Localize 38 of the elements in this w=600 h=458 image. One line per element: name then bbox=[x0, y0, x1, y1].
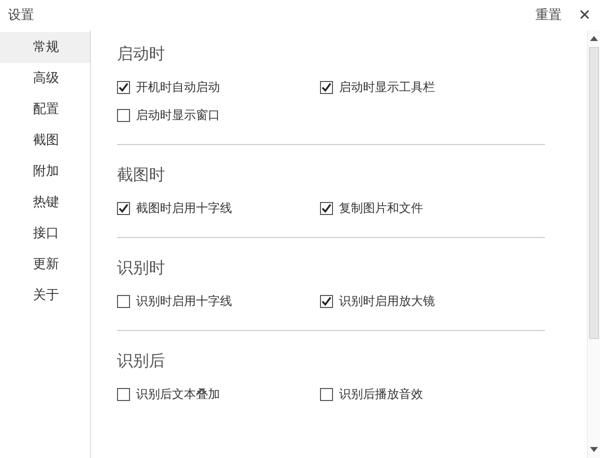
checkbox[interactable] bbox=[117, 295, 130, 308]
checkbox[interactable] bbox=[320, 202, 333, 215]
section-heading: 识别后 bbox=[117, 351, 166, 372]
checkbox[interactable] bbox=[117, 388, 130, 401]
checkbox-label[interactable]: 识别时启用放大镜 bbox=[339, 293, 435, 310]
sidebar-item[interactable]: 高级 bbox=[0, 63, 90, 94]
sidebar-item[interactable]: 配置 bbox=[0, 94, 90, 125]
scroll-up-icon[interactable] bbox=[590, 36, 598, 41]
sidebar-item[interactable]: 附加 bbox=[0, 156, 90, 187]
checkbox-label[interactable]: 识别后文本叠加 bbox=[136, 386, 220, 403]
sidebar-item[interactable]: 截图 bbox=[0, 125, 90, 156]
scroll-down-icon[interactable] bbox=[590, 447, 598, 452]
checkbox-label[interactable]: 识别时启用十字线 bbox=[136, 293, 232, 310]
checkbox-label[interactable]: 启动时显示工具栏 bbox=[339, 79, 435, 96]
close-button[interactable]: ✕ bbox=[575, 6, 594, 24]
reset-button[interactable]: 重置 bbox=[531, 4, 566, 26]
checkbox-label[interactable]: 复制图片和文件 bbox=[339, 200, 423, 217]
section-heading: 识别时 bbox=[117, 258, 166, 279]
checkbox-label[interactable]: 启动时显示窗口 bbox=[136, 107, 220, 124]
checkbox[interactable] bbox=[320, 388, 333, 401]
window-title: 设置 bbox=[8, 7, 34, 24]
sidebar-item[interactable]: 关于 bbox=[0, 280, 90, 311]
sidebar-item[interactable]: 更新 bbox=[0, 249, 90, 280]
sidebar-item[interactable]: 接口 bbox=[0, 218, 90, 249]
scroll-thumb[interactable] bbox=[589, 47, 599, 339]
section-heading: 截图时 bbox=[117, 165, 166, 186]
checkbox[interactable] bbox=[117, 202, 130, 215]
checkbox[interactable] bbox=[117, 109, 130, 122]
sidebar-item[interactable]: 常规 bbox=[0, 32, 90, 63]
sidebar-item[interactable]: 热键 bbox=[0, 187, 90, 218]
checkbox[interactable] bbox=[320, 295, 333, 308]
section-heading: 启动时 bbox=[117, 44, 166, 65]
checkbox-label[interactable]: 开机时自动启动 bbox=[136, 79, 220, 96]
checkbox[interactable] bbox=[117, 81, 130, 94]
scrollbar[interactable] bbox=[587, 30, 600, 458]
checkbox-label[interactable]: 识别后播放音效 bbox=[339, 386, 423, 403]
checkbox[interactable] bbox=[320, 81, 333, 94]
checkbox-label[interactable]: 截图时启用十字线 bbox=[136, 200, 232, 217]
